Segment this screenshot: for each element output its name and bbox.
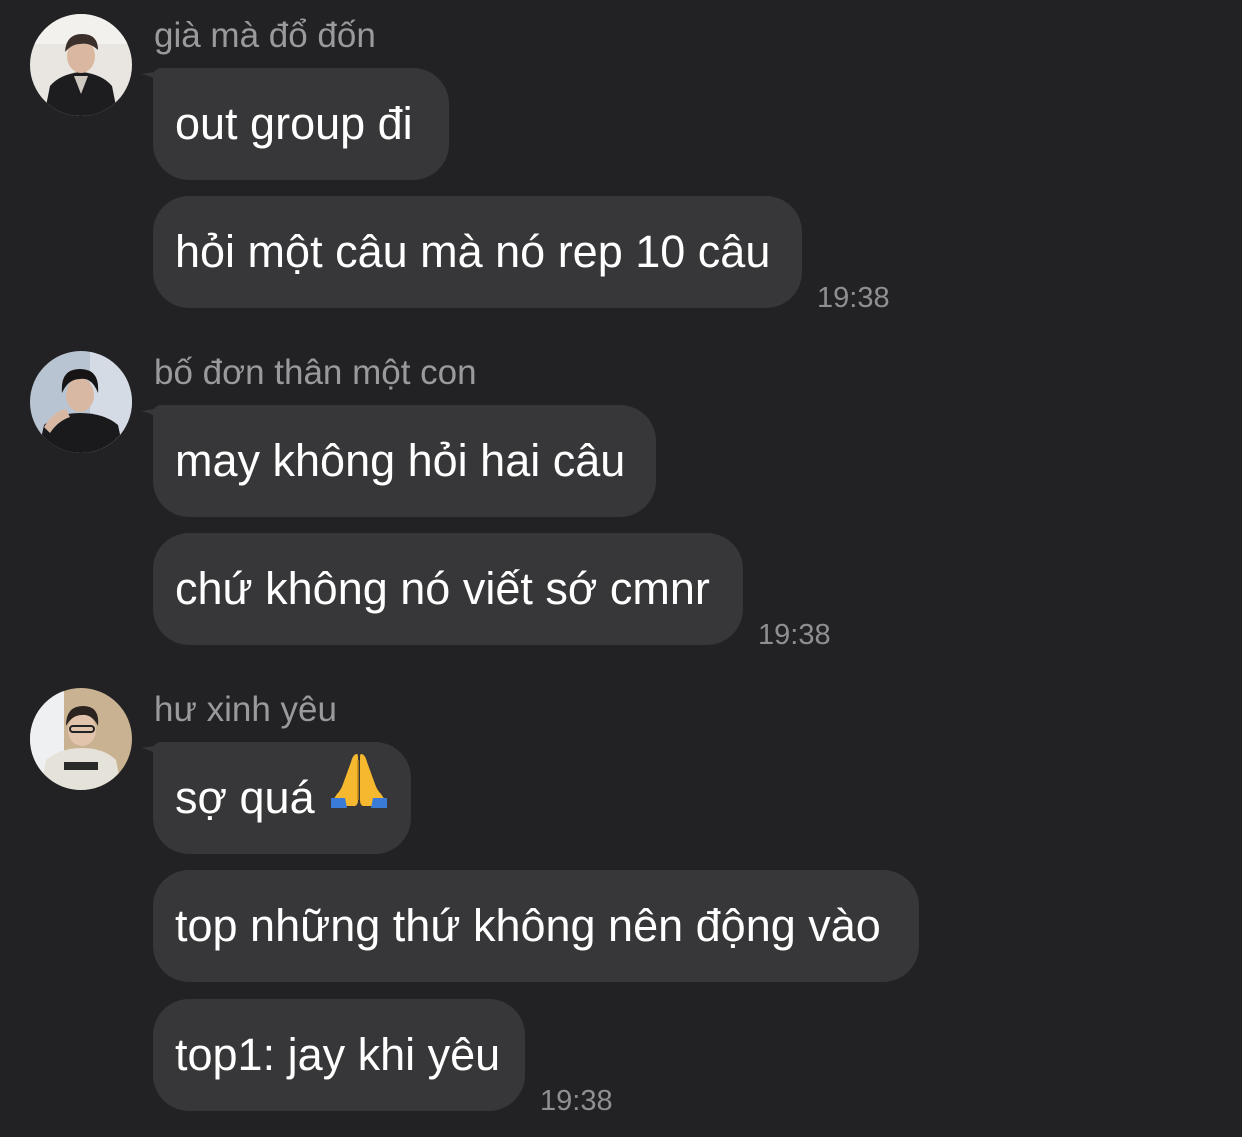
message-bubble[interactable]: out group đi [153, 68, 449, 180]
message-text: top1: jay khi yêu [175, 1029, 501, 1080]
message-timestamp: 19:38 [758, 619, 831, 651]
sender-name: già mà đổ đốn [154, 16, 376, 55]
message-bubble[interactable]: hỏi một câu mà nó rep 10 câu [153, 196, 802, 308]
message-text: hỏi một câu mà nó rep 10 câu [175, 226, 771, 277]
message-bubble[interactable]: sợ quá [153, 742, 411, 854]
message-text: out group đi [175, 98, 413, 149]
sender-avatar-1[interactable] [30, 14, 132, 116]
message-bubble[interactable]: top những thứ không nên động vào [153, 870, 919, 982]
message-bubble[interactable]: may không hỏi hai câu [153, 405, 656, 517]
user-avatar-photo-icon [30, 14, 132, 116]
sender-avatar-2[interactable] [30, 351, 132, 453]
user-avatar-photo-icon [30, 351, 132, 453]
message-timestamp: 19:38 [540, 1085, 613, 1117]
message-text: sợ quá [175, 772, 315, 823]
message-timestamp: 19:38 [817, 282, 890, 314]
message-text: top những thứ không nên động vào [175, 900, 881, 951]
sender-avatar-3[interactable] [30, 688, 132, 790]
user-avatar-photo-icon [30, 688, 132, 790]
message-bubble[interactable]: top1: jay khi yêu [153, 999, 525, 1111]
sender-name: bố đơn thân một con [154, 353, 477, 392]
sender-name: hư xinh yêu [154, 690, 337, 729]
folded-hands-emoji-icon [329, 739, 389, 851]
message-text: may không hỏi hai câu [175, 435, 626, 486]
chat-thread: già mà đổ đốn out group đi hỏi một câu m… [0, 0, 1242, 1137]
message-bubble[interactable]: chứ không nó viết sớ cmnr [153, 533, 743, 645]
message-text: chứ không nó viết sớ cmnr [175, 563, 710, 614]
